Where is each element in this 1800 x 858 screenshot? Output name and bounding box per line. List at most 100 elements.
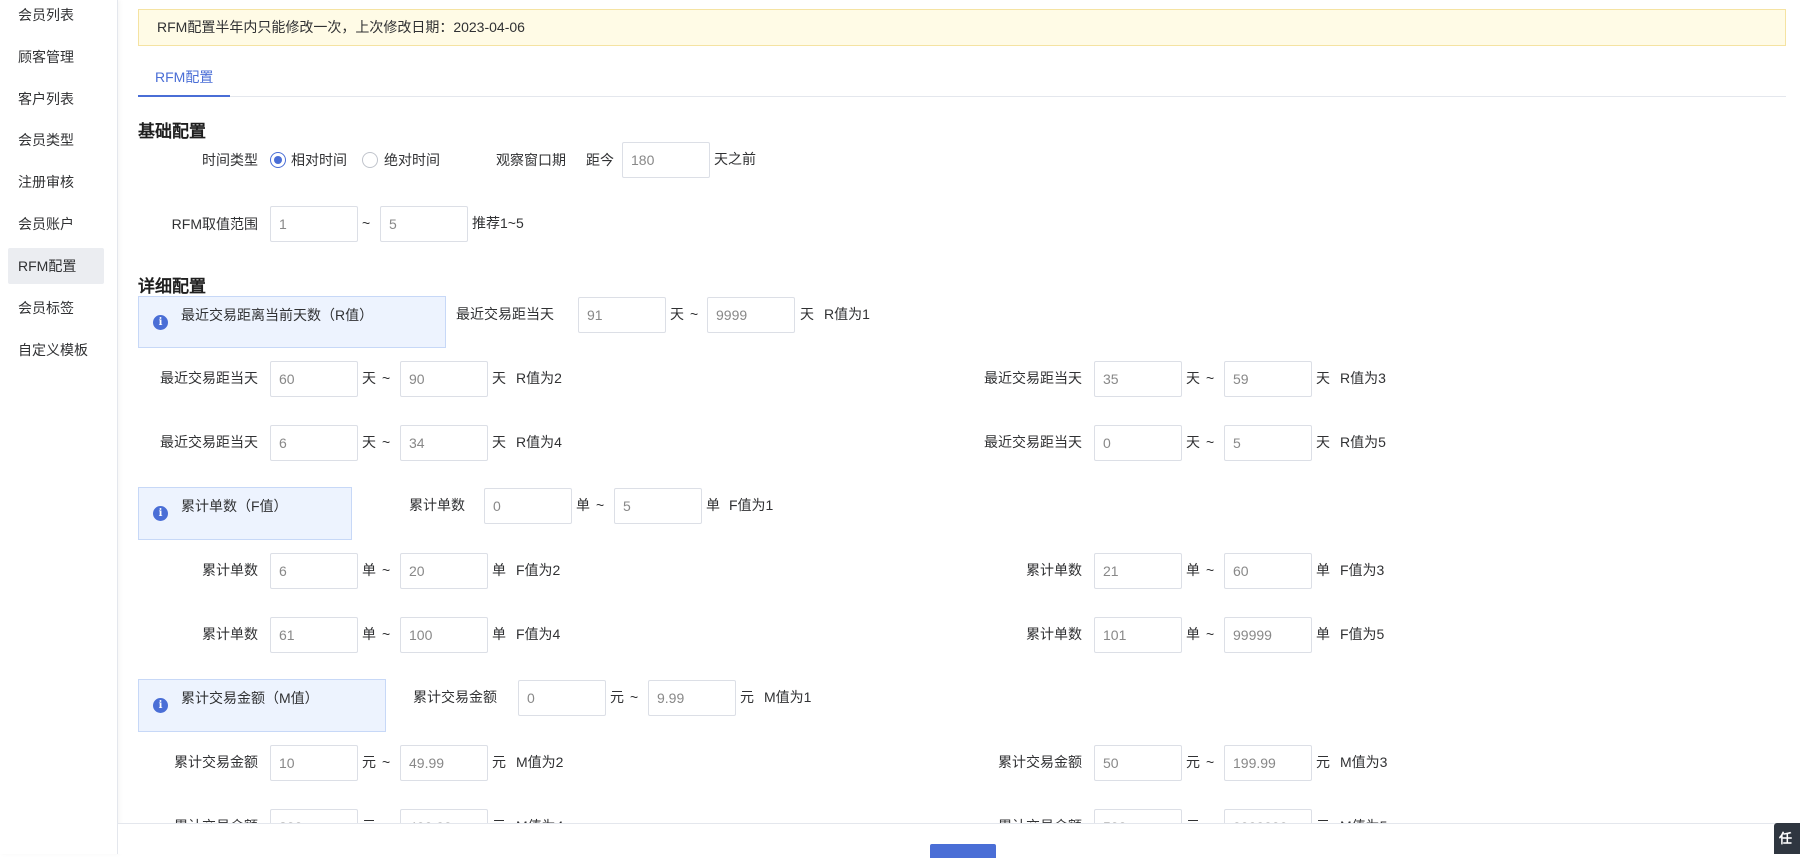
m-row-2-unit-min: 元 [362,754,376,770]
f-row-4-min[interactable]: 61 [270,617,358,653]
window-label: 观察窗口期 [496,152,566,168]
r-row-2-max[interactable]: 90 [400,361,488,397]
radio-absolute-time[interactable] [362,152,378,168]
tab-bar: RFM配置 [138,58,1786,97]
m-row-2-min[interactable]: 10 [270,745,358,781]
r-row-1-max[interactable]: 9999 [707,297,795,333]
f-row-5-result: F值为5 [1340,626,1385,642]
r-row-4-sep: ~ [382,434,391,450]
f-row-4-unit-max: 单 [492,626,506,642]
section-title-detail: 详细配置 [138,277,206,296]
f-row-1-min[interactable]: 0 [484,488,572,524]
f-row-3-unit-min: 单 [1186,562,1200,578]
range-label: RFM取值范围 [171,216,258,232]
m-row-3-min[interactable]: 50 [1094,745,1182,781]
f-row-3-result: F值为3 [1340,562,1385,578]
r-row-2-unit-max: 天 [492,370,506,386]
f-info-box: i 累计单数（F值） [138,487,352,540]
window-suffix: 天之前 [714,151,756,167]
r-row-1-sep: ~ [690,306,699,322]
save-button[interactable] [930,844,996,858]
f-row-4-label: 累计单数 [202,626,258,642]
r-row-3-unit-max: 天 [1316,370,1330,386]
r-row-5-min[interactable]: 0 [1094,425,1182,461]
r-row-3-min[interactable]: 35 [1094,361,1182,397]
f-row-5-min[interactable]: 101 [1094,617,1182,653]
r-row-5-max[interactable]: 5 [1224,425,1312,461]
task-tab[interactable]: 任务 [1774,823,1800,854]
r-row-1-label: 最近交易距当天 [456,306,554,322]
m-info-box: i 累计交易金额（M值） [138,679,386,732]
f-row-1-unit-max: 单 [706,497,720,513]
f-row-2-unit-max: 单 [492,562,506,578]
sidebar-item-registration-review[interactable]: 注册审核 [8,164,104,200]
r-row-4-unit-max: 天 [492,434,506,450]
r-row-4-max[interactable]: 34 [400,425,488,461]
m-row-1-unit-min: 元 [610,689,624,705]
r-row-4-unit-min: 天 [362,434,376,450]
f-row-2-label: 累计单数 [202,562,258,578]
f-row-3-max[interactable]: 60 [1224,553,1312,589]
m-row-3-max[interactable]: 199.99 [1224,745,1312,781]
range-min-input[interactable]: 1 [270,206,358,242]
m-row-1-result: M值为1 [764,689,812,705]
f-row-3-sep: ~ [1206,562,1215,578]
f-row-1-unit-min: 单 [576,497,590,513]
sidebar-item-custom-template[interactable]: 自定义模板 [8,332,104,368]
r-row-4-label: 最近交易距当天 [160,434,258,450]
f-row-2-unit-min: 单 [362,562,376,578]
r-row-1-result: R值为1 [824,306,870,322]
r-row-3-label: 最近交易距当天 [984,370,1082,386]
f-row-3-min[interactable]: 21 [1094,553,1182,589]
r-row-4-min[interactable]: 6 [270,425,358,461]
f-row-2-result: F值为2 [516,562,561,578]
range-separator: ~ [362,215,371,231]
f-row-1-max[interactable]: 5 [614,488,702,524]
f-row-3-unit-max: 单 [1316,562,1330,578]
r-row-2-label: 最近交易距当天 [160,370,258,386]
r-row-1-min[interactable]: 91 [578,297,666,333]
r-row-2-min[interactable]: 60 [270,361,358,397]
r-row-5-result: R值为5 [1340,434,1386,450]
window-prefix: 距今 [586,152,614,168]
r-row-4-result: R值为4 [516,434,562,450]
f-row-4-max[interactable]: 100 [400,617,488,653]
radio-relative-time-label[interactable]: 相对时间 [291,142,347,178]
f-row-5-max[interactable]: 99999 [1224,617,1312,653]
r-row-3-unit-min: 天 [1186,370,1200,386]
m-row-1-unit-max: 元 [740,689,754,705]
r-row-2-unit-min: 天 [362,370,376,386]
section-title-basic: 基础配置 [138,122,206,141]
f-row-4-unit-min: 单 [362,626,376,642]
r-row-5-unit-min: 天 [1186,434,1200,450]
m-row-2-result: M值为2 [516,754,564,770]
sidebar-item-customer-management[interactable]: 顾客管理 [8,39,104,75]
sidebar-item-rfm-config[interactable]: RFM配置 [8,248,104,284]
sidebar-item-member-tags[interactable]: 会员标签 [8,290,104,326]
sidebar-item-client-list[interactable]: 客户列表 [8,81,104,117]
f-row-2-min[interactable]: 6 [270,553,358,589]
r-row-3-max[interactable]: 59 [1224,361,1312,397]
sidebar-item-member-list[interactable]: 会员列表 [8,0,104,33]
m-row-2-max[interactable]: 49.99 [400,745,488,781]
f-row-5-unit-max: 单 [1316,626,1330,642]
f-row-2-max[interactable]: 20 [400,553,488,589]
window-days-input[interactable]: 180 [622,142,710,178]
radio-absolute-time-label[interactable]: 绝对时间 [384,142,440,178]
m-row-2-label: 累计交易金额 [174,754,258,770]
sidebar-item-member-type[interactable]: 会员类型 [8,122,104,158]
range-max-input[interactable]: 5 [380,206,468,242]
f-row-4-sep: ~ [382,626,391,642]
r-row-3-result: R值为3 [1340,370,1386,386]
radio-relative-time[interactable] [270,152,286,168]
m-row-1-max[interactable]: 9.99 [648,680,736,716]
m-row-2-unit-max: 元 [492,754,506,770]
sidebar-item-member-account[interactable]: 会员账户 [8,206,104,242]
m-row-3-result: M值为3 [1340,754,1388,770]
info-icon: i [153,506,168,521]
tab-rfm-config[interactable]: RFM配置 [138,58,231,97]
r-info-text: 最近交易距离当前天数（R值） [181,307,374,323]
m-row-1-min[interactable]: 0 [518,680,606,716]
f-row-2-sep: ~ [382,562,391,578]
info-icon: i [153,315,168,330]
